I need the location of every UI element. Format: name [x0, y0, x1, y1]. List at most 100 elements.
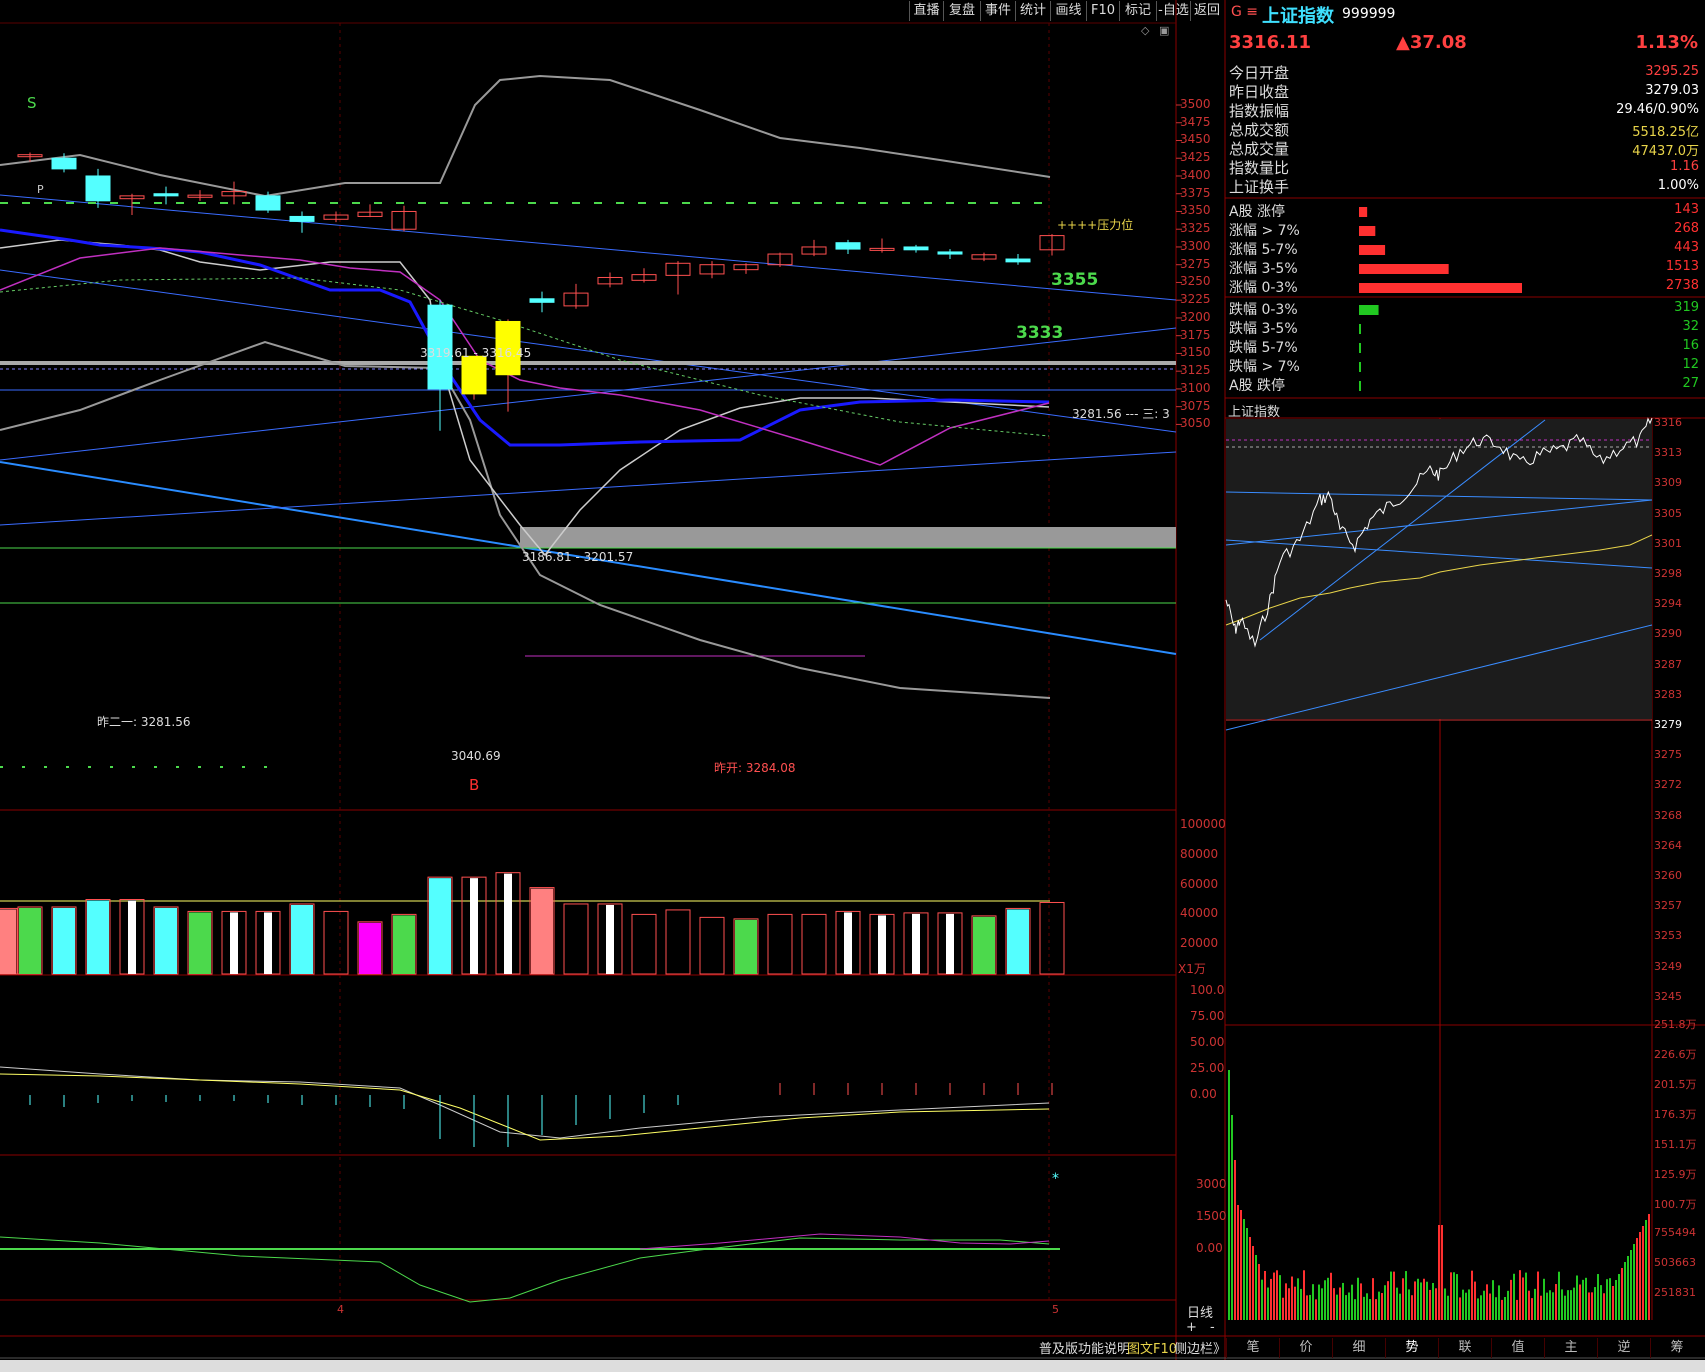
mini-volume-bar	[1528, 1290, 1530, 1320]
mini-price-label: 3290	[1654, 627, 1682, 641]
price-axis-label: 3400	[1180, 167, 1211, 182]
pressure-level-label: ++++压力位	[1057, 218, 1134, 232]
mini-volume-bar	[1486, 1284, 1488, 1320]
breadth-label: 跌幅 0-3%	[1229, 302, 1298, 318]
toolbar-button-8[interactable]: 返回	[1190, 1, 1223, 21]
bottom-tab-2[interactable]: 细	[1332, 1338, 1385, 1358]
toolbar-button-5[interactable]: F10	[1086, 1, 1119, 21]
mini-price-label: 3279	[1654, 718, 1682, 731]
stat-label: 指数振幅	[1229, 102, 1290, 120]
mini-volume-bar	[1264, 1270, 1266, 1320]
f10-link[interactable]: 图文F10	[1127, 1338, 1177, 1357]
bottom-tab-4[interactable]: 联	[1438, 1338, 1491, 1358]
mini-volume-bar	[1351, 1284, 1353, 1320]
mini-volume-bar	[1624, 1262, 1626, 1320]
menu-icon[interactable]: G ≡	[1231, 4, 1258, 20]
layout-icon: ▣	[1159, 24, 1170, 37]
mini-volume-bar	[1228, 1070, 1230, 1320]
bottom-tab-8[interactable]: 筹	[1650, 1338, 1703, 1358]
mini-volume-bar	[1309, 1294, 1311, 1320]
price-axis-label: 3450	[1180, 132, 1211, 147]
dot-marker	[154, 202, 162, 204]
volume-bar	[291, 904, 313, 974]
index-name: 上证指数	[1262, 6, 1334, 27]
volume-bar	[359, 922, 381, 974]
mini-volume-bar	[1381, 1293, 1383, 1320]
dot-marker	[0, 202, 8, 204]
mini-volume-bar	[1270, 1278, 1272, 1320]
volume-bar	[735, 919, 757, 974]
dot-marker	[110, 202, 118, 204]
volume-bar	[1007, 909, 1029, 974]
mini-volume-bar	[1513, 1273, 1515, 1320]
mini-volume-bar	[1558, 1271, 1560, 1320]
breadth-count: 443	[1674, 240, 1699, 255]
mini-volume-bar	[1354, 1299, 1356, 1320]
kline-chart-canvas[interactable]	[0, 0, 1705, 1372]
toolbar-button-4[interactable]: 画线	[1050, 1, 1086, 21]
breadth-label: 涨幅 3-5%	[1229, 261, 1298, 277]
dot-marker	[638, 202, 646, 204]
dot-marker	[308, 202, 316, 204]
bottom-tab-1[interactable]: 价	[1279, 1338, 1332, 1358]
dot-marker	[506, 202, 514, 204]
mini-volume-bar	[1627, 1256, 1629, 1320]
mini-volume-bar	[1312, 1284, 1314, 1320]
macd-axis-label: 50.00	[1190, 1035, 1225, 1049]
mini-volume-label: 226.6万	[1654, 1048, 1697, 1061]
price-axis-label: 3350	[1180, 203, 1211, 218]
mini-volume-bar	[1462, 1289, 1464, 1320]
breadth-count: 143	[1674, 202, 1699, 217]
breadth-bar	[1359, 283, 1522, 293]
bottom-tab-0[interactable]: 笔	[1226, 1338, 1279, 1358]
dot-marker	[858, 202, 866, 204]
toolbar-button-3[interactable]: 统计	[1015, 1, 1050, 21]
toolbar-button-7[interactable]: -自选	[1156, 1, 1190, 21]
resistance-band	[0, 361, 1176, 365]
mini-volume-bar	[1483, 1290, 1485, 1320]
mini-volume-bar	[1288, 1288, 1290, 1320]
price-axis-label: 3500	[1180, 97, 1211, 111]
toolbar-button-2[interactable]: 事件	[980, 1, 1015, 21]
bottom-tab-6[interactable]: 主	[1544, 1338, 1597, 1358]
bottom-tab-7[interactable]: 逆	[1597, 1338, 1650, 1358]
volume-bar-frame	[665, 909, 691, 975]
volume-bar	[946, 913, 954, 974]
indicator-line	[0, 1236, 1050, 1303]
dot-marker	[22, 202, 30, 204]
mini-volume-bar	[1591, 1292, 1593, 1320]
toolbar-button-6[interactable]: 标记	[1119, 1, 1156, 21]
mini-volume-bar	[1318, 1284, 1320, 1320]
toolbar-button-1[interactable]: 复盘	[943, 1, 980, 21]
index-code: 999999	[1342, 6, 1396, 22]
sidebar-toggle[interactable]: 侧边栏》	[1174, 1338, 1226, 1357]
dot-marker	[528, 202, 536, 204]
mini-volume-bar	[1579, 1284, 1581, 1320]
price-axis-label: 3050	[1180, 416, 1211, 431]
mini-volume-bar	[1399, 1293, 1401, 1320]
mini-volume-bar	[1438, 1225, 1440, 1320]
mini-volume-bar	[1396, 1287, 1398, 1320]
mini-volume-bar	[1639, 1232, 1641, 1320]
breadth-label: A股 跌停	[1229, 378, 1286, 394]
mini-price-label: 3275	[1654, 748, 1682, 762]
breadth-count: 12	[1682, 357, 1699, 372]
bottom-tab-3[interactable]: 势	[1385, 1338, 1438, 1358]
mini-volume-label: 125.9万	[1654, 1168, 1697, 1181]
mini-volume-bar	[1249, 1237, 1251, 1320]
bottom-tab-5[interactable]: 值	[1491, 1338, 1544, 1358]
mini-price-label: 3287	[1654, 657, 1682, 671]
price-change: ▲37.08	[1396, 32, 1467, 53]
help-link[interactable]: 普及版功能说明	[1039, 1338, 1130, 1357]
ma5-line	[0, 239, 1050, 557]
mini-volume-bar	[1573, 1287, 1575, 1320]
mini-volume-bar	[1297, 1278, 1299, 1320]
dot-marker	[220, 202, 228, 204]
breadth-bar	[1359, 207, 1368, 217]
toolbar-button-0[interactable]: 直播	[909, 1, 943, 21]
stat-label: 上证换手	[1229, 178, 1290, 196]
mini-volume-bar	[1324, 1280, 1326, 1320]
volume-bar	[531, 888, 553, 974]
mini-volume-bar	[1648, 1214, 1650, 1320]
breadth-bar	[1359, 343, 1361, 353]
